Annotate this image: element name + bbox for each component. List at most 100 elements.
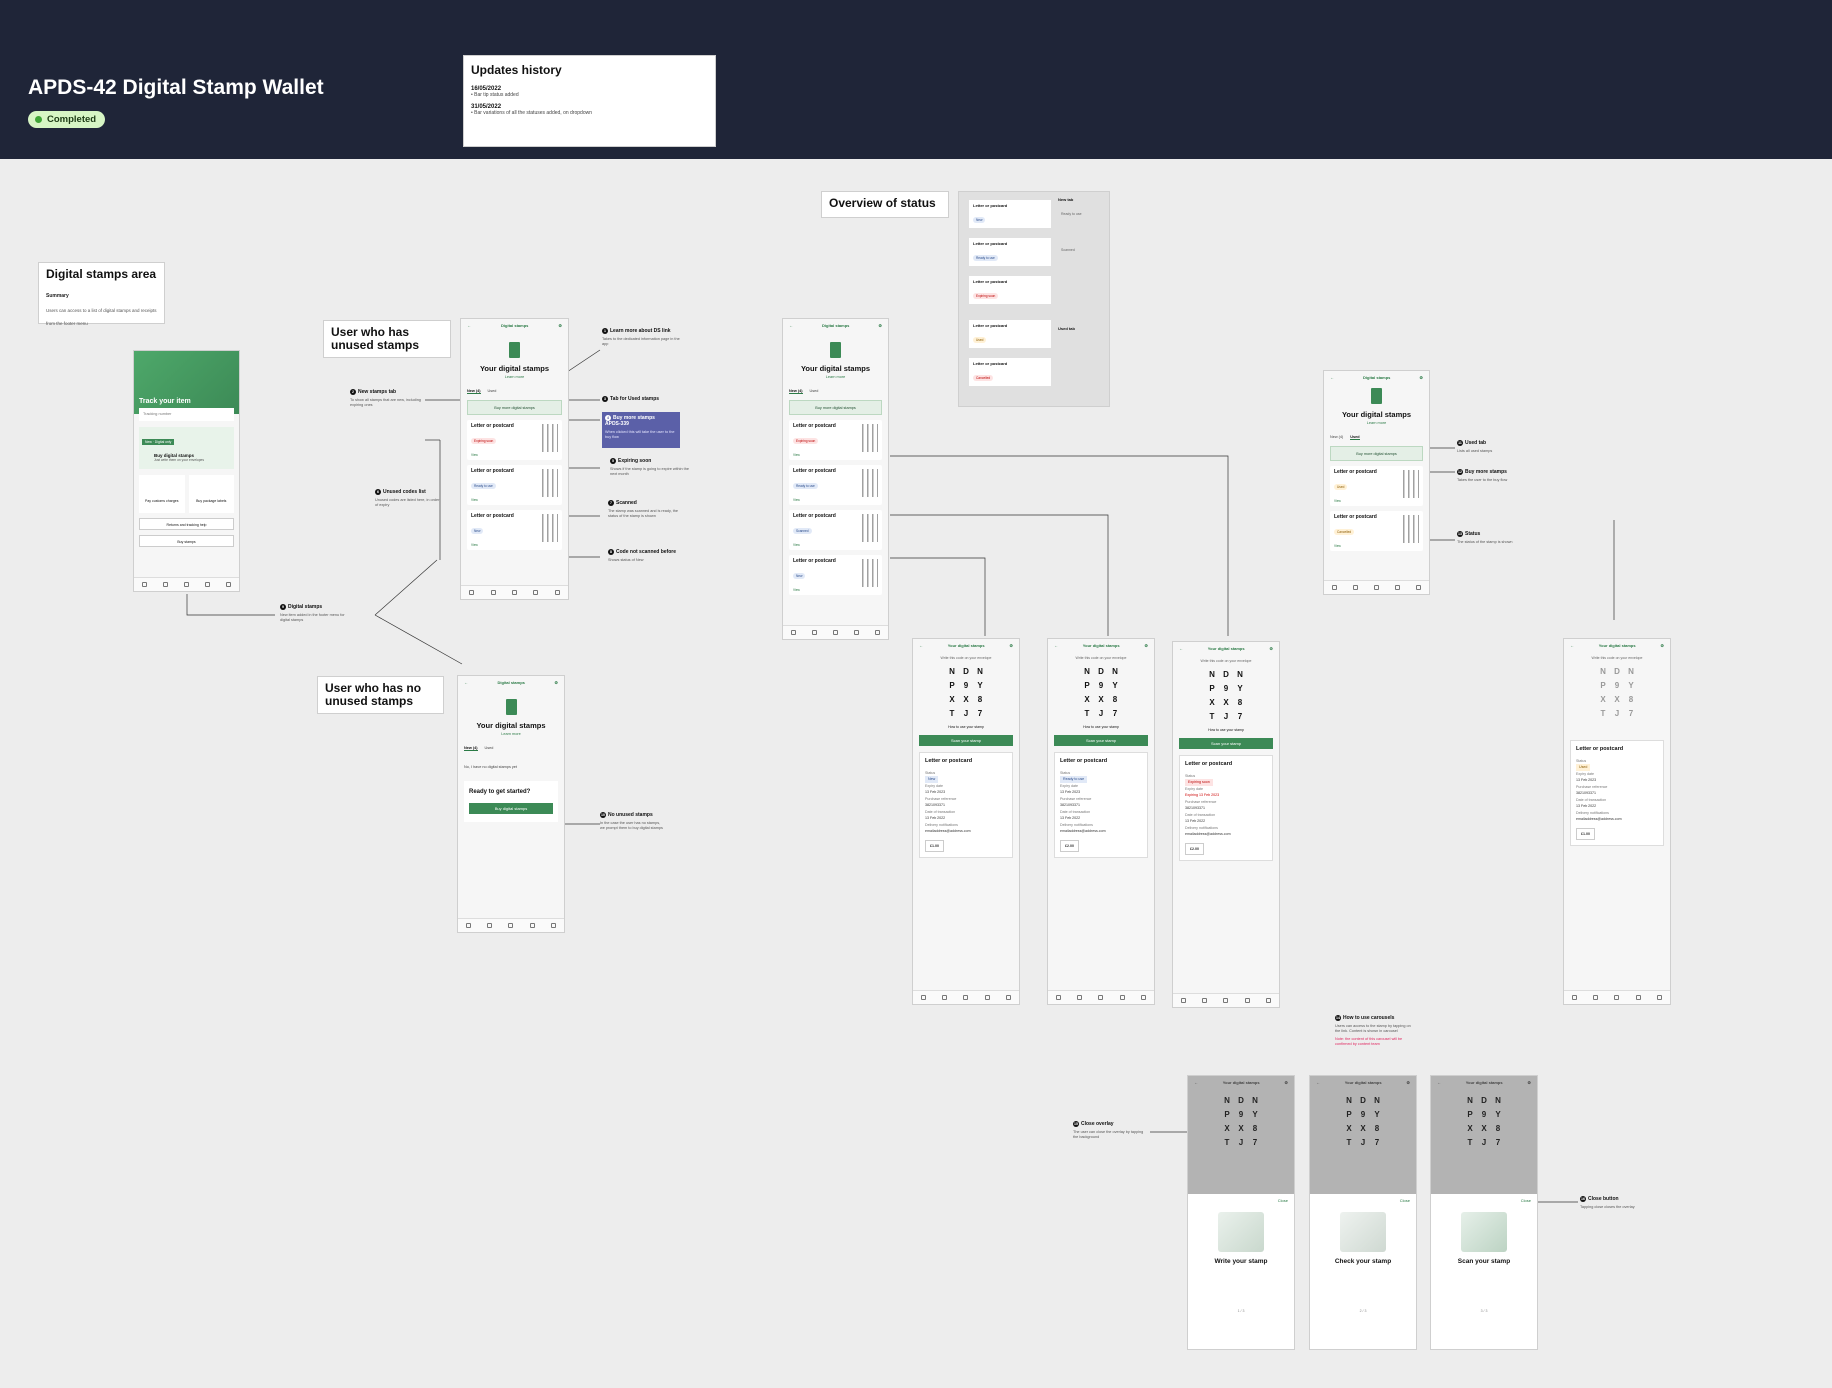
map-icon[interactable] bbox=[490, 590, 496, 595]
pager[interactable]: 3 / 3 bbox=[1431, 1309, 1537, 1313]
close-button[interactable]: Close bbox=[1278, 1198, 1288, 1203]
customs-tile[interactable]: Pay customs charges bbox=[139, 475, 185, 513]
more-icon[interactable] bbox=[1416, 585, 1421, 590]
stamp-icon[interactable] bbox=[508, 923, 514, 928]
settings-icon[interactable]: ⚙ bbox=[878, 323, 882, 328]
tab-used[interactable]: Used bbox=[485, 746, 494, 751]
settings-icon[interactable]: ⚙ bbox=[1660, 643, 1664, 648]
tab-used[interactable]: Used bbox=[810, 389, 819, 394]
pager[interactable]: 1 / 3 bbox=[1188, 1309, 1294, 1313]
map-icon[interactable] bbox=[163, 582, 168, 587]
map-icon[interactable] bbox=[1593, 995, 1599, 1000]
back-icon[interactable]: ← bbox=[1570, 643, 1574, 648]
stamp-icon[interactable] bbox=[1614, 995, 1620, 1000]
settings-icon[interactable]: ⚙ bbox=[554, 680, 558, 685]
carousel-screen-1[interactable]: ← Your digital stamps ⚙ NDNP9YXX8TJ7 Close… bbox=[1187, 1075, 1295, 1350]
settings-icon[interactable]: ⚙ bbox=[1419, 375, 1423, 380]
back-icon[interactable]: ← bbox=[1179, 646, 1183, 651]
home-icon[interactable] bbox=[1056, 995, 1062, 1000]
tab-used[interactable]: Used bbox=[1350, 435, 1360, 440]
buy-stamps-promo[interactable]: New · Digital only Buy digital stamps Ju… bbox=[139, 427, 234, 469]
home-icon[interactable] bbox=[1332, 585, 1337, 590]
learn-more-link[interactable]: Learn more bbox=[1324, 421, 1429, 425]
tab-new[interactable]: New (4) bbox=[789, 389, 803, 394]
more-icon[interactable] bbox=[875, 630, 880, 635]
tracking-input[interactable]: Tracking number bbox=[139, 408, 234, 421]
stamp-card[interactable]: Letter or postcard New View bbox=[467, 510, 562, 550]
tab-new[interactable]: New (4) bbox=[464, 746, 478, 751]
stamp-card[interactable]: Letter or postcard Used View bbox=[1330, 466, 1423, 506]
learn-more-link[interactable]: Learn more bbox=[458, 732, 564, 736]
learn-more-link[interactable]: Learn more bbox=[461, 375, 568, 379]
shop-icon[interactable] bbox=[529, 923, 535, 928]
back-icon[interactable]: ← bbox=[464, 680, 468, 685]
home-icon[interactable] bbox=[1181, 998, 1187, 1003]
back-icon[interactable]: ← bbox=[1054, 643, 1058, 648]
carousel-screen-2[interactable]: ← Your digital stamps ⚙ NDNP9YXX8TJ7 Close… bbox=[1309, 1075, 1417, 1350]
buy-stamps-button[interactable]: Buy digital stamps bbox=[469, 803, 553, 814]
how-to-use-link[interactable]: How to use your stamp bbox=[1173, 728, 1279, 732]
map-icon[interactable] bbox=[1202, 998, 1208, 1003]
shop-icon[interactable] bbox=[1395, 585, 1400, 590]
home-icon[interactable] bbox=[791, 630, 796, 635]
stamp-card[interactable]: Letter or postcard New View bbox=[789, 555, 882, 595]
stamp-icon[interactable] bbox=[1223, 998, 1229, 1003]
buy-more-button[interactable]: Buy more digital stamps bbox=[467, 400, 562, 415]
settings-icon[interactable]: ⚙ bbox=[558, 323, 562, 328]
more-icon[interactable] bbox=[226, 582, 231, 587]
learn-more-link[interactable]: Learn more bbox=[783, 375, 888, 379]
home-icon[interactable] bbox=[142, 582, 147, 587]
map-icon[interactable] bbox=[1353, 585, 1358, 590]
back-icon[interactable]: ← bbox=[789, 323, 793, 328]
buy-stamps-link[interactable]: Buy stamps bbox=[139, 535, 234, 547]
stamp-card[interactable]: Letter or postcard Expiring soon View bbox=[789, 420, 882, 460]
stamp-card[interactable]: Letter or postcard Expiring soon View bbox=[467, 420, 562, 460]
close-button[interactable]: Close bbox=[1521, 1198, 1531, 1203]
stamp-icon[interactable] bbox=[511, 590, 517, 595]
stamp-card[interactable]: Letter or postcard Ready to use View bbox=[467, 465, 562, 505]
shop-icon[interactable] bbox=[205, 582, 210, 587]
stamp-card[interactable]: Letter or postcard Cancelled View bbox=[1330, 511, 1423, 551]
how-to-use-link[interactable]: How to use your stamp bbox=[1048, 725, 1154, 729]
scan-stamp-button[interactable]: Scan your stamp bbox=[1054, 735, 1148, 746]
home-icon[interactable] bbox=[469, 590, 475, 595]
shop-icon[interactable] bbox=[1244, 998, 1250, 1003]
stamp-card[interactable]: Letter or postcard Scanned View bbox=[789, 510, 882, 550]
stamp-icon[interactable] bbox=[963, 995, 969, 1000]
more-icon[interactable] bbox=[1265, 998, 1271, 1003]
home-icon[interactable] bbox=[921, 995, 927, 1000]
stamp-card[interactable]: Letter or postcard Ready to use View bbox=[789, 465, 882, 505]
settings-icon[interactable]: ⚙ bbox=[1269, 646, 1273, 651]
map-icon[interactable] bbox=[812, 630, 817, 635]
home-icon[interactable] bbox=[466, 923, 472, 928]
scan-stamp-button[interactable]: Scan your stamp bbox=[1179, 738, 1273, 749]
more-icon[interactable] bbox=[554, 590, 560, 595]
stamp-icon[interactable] bbox=[833, 630, 838, 635]
shop-icon[interactable] bbox=[854, 630, 859, 635]
tab-new[interactable]: New (4) bbox=[1330, 435, 1343, 440]
returns-link[interactable]: Returns and tracking help bbox=[139, 518, 234, 530]
stamp-icon[interactable] bbox=[184, 582, 189, 587]
settings-icon[interactable]: ⚙ bbox=[1009, 643, 1013, 648]
tab-new[interactable]: New (4) bbox=[467, 389, 481, 394]
map-icon[interactable] bbox=[1077, 995, 1083, 1000]
back-icon[interactable]: ← bbox=[467, 323, 471, 328]
map-icon[interactable] bbox=[942, 995, 948, 1000]
more-icon[interactable] bbox=[550, 923, 556, 928]
buy-more-button[interactable]: Buy more digital stamps bbox=[1330, 446, 1423, 461]
more-icon[interactable] bbox=[1656, 995, 1662, 1000]
more-icon[interactable] bbox=[1005, 995, 1011, 1000]
tab-used[interactable]: Used bbox=[488, 389, 497, 394]
stamp-icon[interactable] bbox=[1098, 995, 1104, 1000]
more-icon[interactable] bbox=[1140, 995, 1146, 1000]
settings-icon[interactable]: ⚙ bbox=[1144, 643, 1148, 648]
back-icon[interactable]: ← bbox=[919, 643, 923, 648]
carousel-screen-3[interactable]: ← Your digital stamps ⚙ NDNP9YXX8TJ7 Close… bbox=[1430, 1075, 1538, 1350]
stamp-icon[interactable] bbox=[1374, 585, 1379, 590]
scan-stamp-button[interactable]: Scan your stamp bbox=[919, 735, 1013, 746]
pager[interactable]: 2 / 3 bbox=[1310, 1309, 1416, 1313]
home-icon[interactable] bbox=[1572, 995, 1578, 1000]
shop-icon[interactable] bbox=[1635, 995, 1641, 1000]
buy-more-button[interactable]: Buy more digital stamps bbox=[789, 400, 882, 415]
back-icon[interactable]: ← bbox=[1330, 375, 1334, 380]
